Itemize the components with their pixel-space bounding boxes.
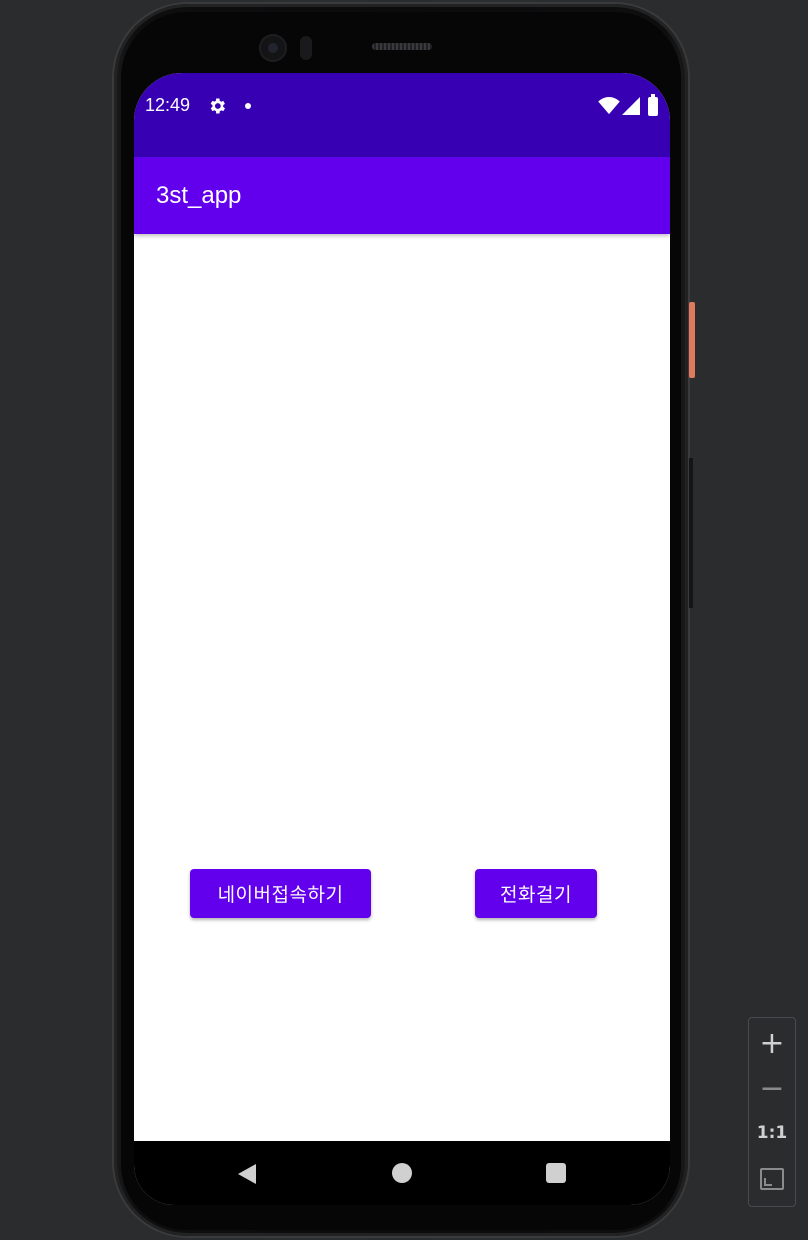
emulator-zoom-panel: + − 1:1 — [748, 1017, 796, 1207]
phone-call-button[interactable]: 전화걸기 — [475, 869, 597, 918]
fit-screen-icon — [760, 1168, 784, 1190]
status-time: 12:49 — [145, 95, 191, 115]
earpiece-speaker-icon — [372, 43, 432, 50]
device-screen: 12:49 3st_app 네이버접속하기 전화걸기 — [134, 73, 670, 1205]
app-title: 3st_app — [156, 182, 242, 209]
fit-screen-button[interactable] — [749, 1157, 795, 1201]
back-icon[interactable] — [236, 1163, 258, 1185]
wifi-icon — [598, 97, 620, 115]
app-bar: 3st_app — [134, 157, 670, 234]
front-camera-icon — [259, 34, 287, 62]
battery-icon — [648, 94, 658, 116]
home-icon[interactable] — [392, 1163, 412, 1183]
settings-gear-icon — [210, 98, 225, 114]
proximity-sensor-icon — [300, 36, 312, 60]
status-bar: 12:49 — [134, 73, 670, 157]
notification-dot-icon — [245, 103, 251, 109]
zoom-out-button[interactable]: − — [749, 1066, 795, 1110]
navigation-bar — [134, 1141, 670, 1205]
power-button[interactable] — [689, 302, 695, 378]
actual-size-button[interactable]: 1:1 — [749, 1111, 795, 1155]
recent-apps-icon[interactable] — [546, 1163, 566, 1183]
cellular-signal-icon — [622, 97, 640, 115]
naver-connect-button[interactable]: 네이버접속하기 — [190, 869, 371, 918]
volume-rocker[interactable] — [689, 458, 693, 608]
zoom-in-button[interactable]: + — [749, 1021, 795, 1065]
